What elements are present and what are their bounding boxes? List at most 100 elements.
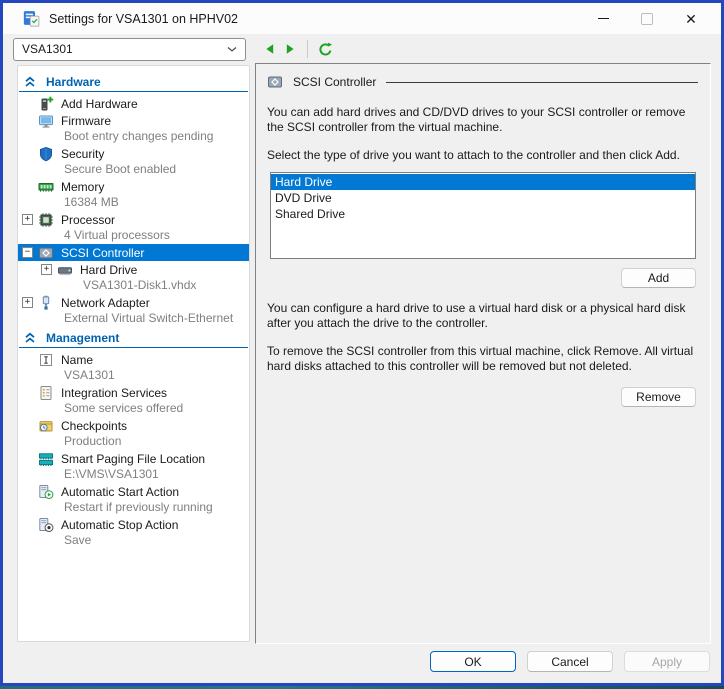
window-controls: ✕	[581, 3, 713, 34]
settings-window: Settings for VSA1301 on HPHV02 ✕ VSA1301	[0, 0, 724, 686]
sidebar-item-detail: Some services offered	[18, 401, 249, 417]
main-panel: SCSI Controller You can add hard drives …	[255, 63, 711, 644]
apply-button[interactable]: Apply	[624, 651, 710, 672]
navigate-back-button[interactable]	[260, 39, 280, 59]
sidebar-item-smart-paging-file-location[interactable]: Smart Paging File Location	[18, 450, 249, 467]
sidebar-item-label: Firmware	[61, 114, 111, 128]
sidebar-item-label: Checkpoints	[61, 419, 127, 433]
vm-selector-combobox[interactable]: VSA1301	[13, 38, 246, 61]
sidebar-item-label: Smart Paging File Location	[61, 452, 205, 466]
sidebar-section-management[interactable]: Management	[19, 328, 248, 348]
sidebar-item-checkpoints[interactable]: Checkpoints	[18, 417, 249, 434]
chevrons-up-icon	[24, 76, 36, 88]
section-label: Hardware	[46, 75, 101, 89]
sidebar-item-detail: E:\VMS\VSA1301	[18, 467, 249, 483]
titlebar: Settings for VSA1301 on HPHV02 ✕	[3, 3, 721, 34]
sidebar-item-network-adapter[interactable]: + Network Adapter	[18, 294, 249, 311]
sidebar-item-detail: Production	[18, 434, 249, 450]
security-icon	[38, 146, 54, 162]
chevrons-up-icon	[24, 332, 36, 344]
chevron-down-icon	[227, 46, 237, 53]
remove-button[interactable]: Remove	[621, 387, 696, 407]
sidebar-item-memory[interactable]: Memory	[18, 178, 249, 195]
sidebar-item-detail: Secure Boot enabled	[18, 162, 249, 178]
hyperv-settings-icon	[23, 10, 40, 27]
close-button[interactable]: ✕	[669, 3, 713, 34]
scsi-controller-icon	[38, 245, 54, 261]
group-rule	[386, 82, 698, 83]
expander-plus-icon[interactable]: +	[22, 297, 33, 308]
scsi-controller-icon	[267, 74, 283, 90]
sidebar-item-hard-drive[interactable]: +Hard Drive	[18, 261, 249, 278]
sidebar-item-detail: 4 Virtual processors	[18, 228, 249, 244]
hard-drive-icon	[57, 262, 73, 278]
note-text-1: You can configure a hard drive to use a …	[267, 301, 696, 331]
group-title: SCSI Controller	[293, 75, 376, 89]
sidebar-item-scsi-controller[interactable]: − SCSI Controller	[18, 244, 249, 261]
section-label: Management	[46, 331, 119, 345]
navigate-forward-button[interactable]	[280, 39, 300, 59]
maximize-icon	[641, 13, 653, 25]
expander-plus-icon[interactable]: +	[41, 264, 52, 275]
sidebar-item-firmware[interactable]: Firmware	[18, 112, 249, 129]
add-hardware-icon	[38, 96, 54, 112]
drive-type-option-dvd-drive[interactable]: DVD Drive	[271, 190, 695, 206]
toolbar: VSA1301	[3, 34, 721, 64]
expander-minus-icon[interactable]: −	[22, 247, 33, 258]
footer: OK Cancel Apply	[3, 640, 721, 683]
drive-type-option-shared-drive[interactable]: Shared Drive	[271, 206, 695, 222]
minimize-icon	[598, 18, 609, 19]
remove-button-row: Remove	[256, 387, 696, 407]
sidebar-item-detail: 16384 MB	[18, 195, 249, 211]
sidebar-item-detail: Boot entry changes pending	[18, 129, 249, 145]
sidebar-item-name[interactable]: Name	[18, 351, 249, 368]
auto-stop-icon	[38, 517, 54, 533]
firmware-icon	[38, 113, 54, 129]
sidebar-item-integration-services[interactable]: Integration Services	[18, 384, 249, 401]
cancel-button[interactable]: Cancel	[527, 651, 613, 672]
network-adapter-icon	[38, 295, 54, 311]
processor-icon	[38, 212, 54, 228]
sidebar-item-label: Processor	[61, 213, 115, 227]
minimize-button[interactable]	[581, 3, 625, 34]
drive-type-listbox[interactable]: Hard DriveDVD DriveShared Drive	[270, 172, 696, 259]
sidebar-item-label: Name	[61, 353, 93, 367]
expander-plus-icon[interactable]: +	[22, 214, 33, 225]
sidebar-item-label: Memory	[61, 180, 104, 194]
sidebar-item-label: Add Hardware	[61, 97, 138, 111]
maximize-button[interactable]	[625, 3, 669, 34]
intro-text-1: You can add hard drives and CD/DVD drive…	[267, 105, 696, 135]
name-icon	[38, 352, 54, 368]
auto-start-icon	[38, 484, 54, 500]
smart-paging-icon	[38, 451, 54, 467]
sidebar-item-detail: VSA1301	[18, 368, 249, 384]
sidebar-item-automatic-stop-action[interactable]: Automatic Stop Action	[18, 516, 249, 533]
sidebar-item-label: Security	[61, 147, 104, 161]
window-title: Settings for VSA1301 on HPHV02	[49, 12, 238, 26]
refresh-icon	[318, 42, 333, 57]
sidebar-item-detail: VSA1301-Disk1.vhdx	[18, 278, 249, 294]
sidebar-item-label: SCSI Controller	[61, 246, 144, 260]
group-header: SCSI Controller	[267, 72, 698, 92]
vm-selector-value: VSA1301	[22, 42, 73, 56]
ok-button[interactable]: OK	[430, 651, 516, 672]
drive-type-option-hard-drive[interactable]: Hard Drive	[271, 174, 695, 190]
refresh-button[interactable]	[315, 39, 335, 59]
sidebar-section-hardware[interactable]: Hardware	[19, 72, 248, 92]
sidebar-item-processor[interactable]: + Processor	[18, 211, 249, 228]
add-button[interactable]: Add	[621, 268, 696, 288]
toolbar-separator	[307, 40, 308, 58]
sidebar-item-automatic-start-action[interactable]: Automatic Start Action	[18, 483, 249, 500]
sidebar-item-label: Network Adapter	[61, 296, 150, 310]
integration-services-icon	[38, 385, 54, 401]
sidebar-item-add-hardware[interactable]: Add Hardware	[18, 95, 249, 112]
sidebar-item-security[interactable]: Security	[18, 145, 249, 162]
back-arrow-icon	[264, 43, 276, 55]
memory-icon	[38, 179, 54, 195]
intro-text-2: Select the type of drive you want to att…	[267, 148, 696, 163]
sidebar-item-detail: External Virtual Switch-Ethernet	[18, 311, 249, 327]
sidebar-item-label: Automatic Stop Action	[61, 518, 178, 532]
add-button-row: Add	[256, 268, 696, 288]
forward-arrow-icon	[284, 43, 296, 55]
sidebar-item-detail: Save	[18, 533, 249, 549]
